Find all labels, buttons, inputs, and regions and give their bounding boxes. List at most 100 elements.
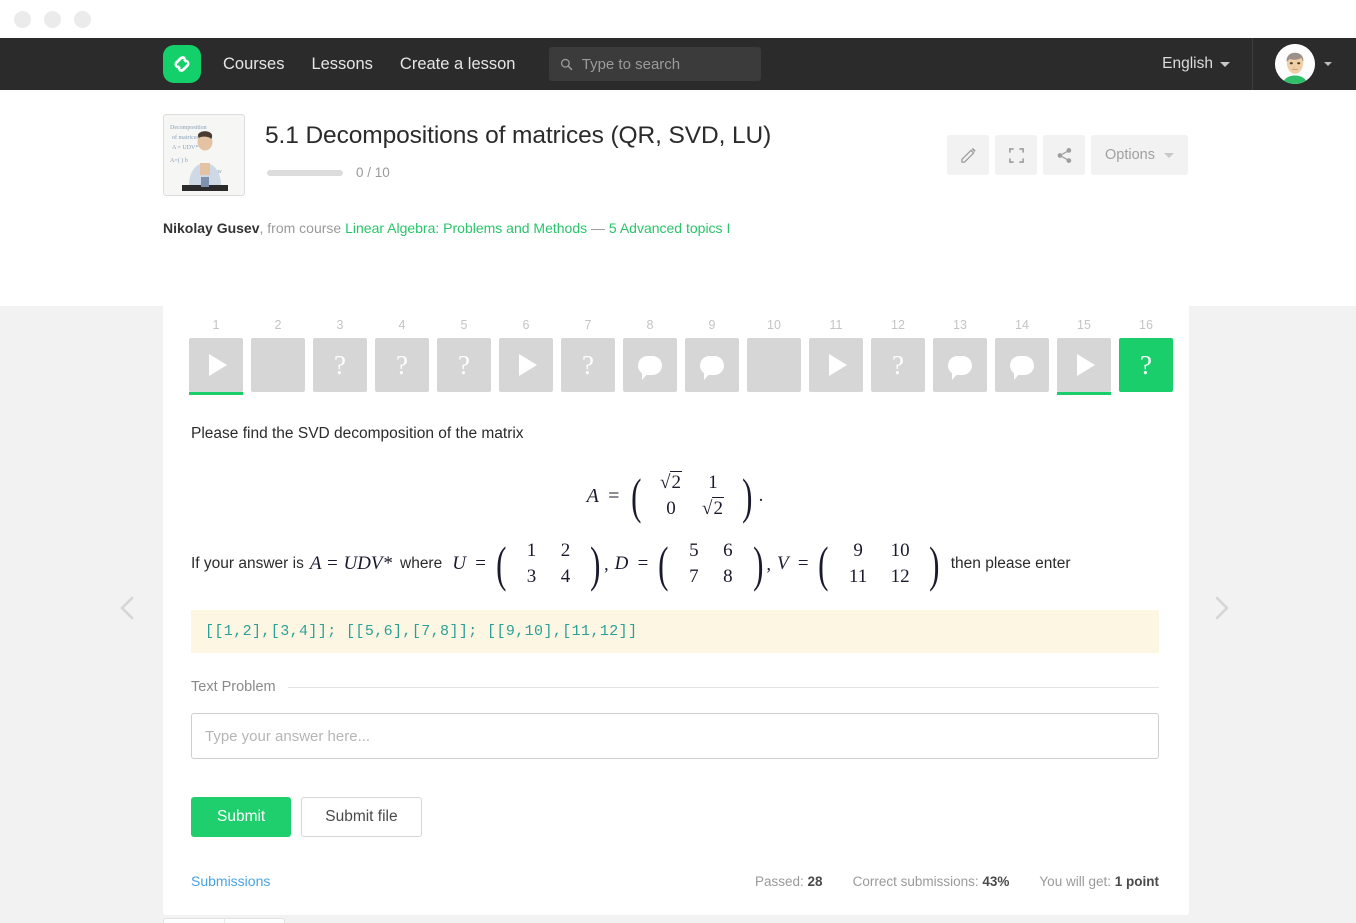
window-close-button[interactable] <box>14 10 31 28</box>
step-button-6[interactable] <box>499 338 553 392</box>
author-name: Nikolay Gusev <box>163 220 260 236</box>
language-label: English <box>1162 55 1213 72</box>
vote-group: 0 0 <box>163 918 286 923</box>
edit-button[interactable] <box>947 135 990 175</box>
lesson-thumbnail[interactable]: Decomposition of matrices A = UDV* A=( )… <box>163 114 245 196</box>
submit-button[interactable]: Submit <box>191 797 292 838</box>
cell-0-1: 6 <box>723 539 733 561</box>
user-menu[interactable] <box>1252 38 1356 90</box>
section-link[interactable]: 5 Advanced topics I <box>609 220 730 236</box>
submit-file-button[interactable]: Submit file <box>301 797 422 838</box>
step-button-3[interactable]: ? <box>313 338 367 392</box>
step-number: 2 <box>274 318 282 332</box>
sentence-tail: then please enter <box>950 554 1071 572</box>
correct-label: Correct submissions: <box>852 873 979 889</box>
stepik-logo-icon[interactable] <box>163 45 201 83</box>
step-button-1[interactable] <box>189 338 243 395</box>
chevron-right-icon[interactable] <box>1206 593 1236 623</box>
step-content: Please find the SVD decomposition of the… <box>163 392 1189 915</box>
nav-link-lessons[interactable]: Lessons <box>311 55 372 74</box>
left-paren: ( <box>631 468 642 524</box>
passed-value: 28 <box>807 873 823 889</box>
step-button-9[interactable] <box>685 338 739 392</box>
step-number: 14 <box>1015 318 1029 332</box>
share-button[interactable] <box>1043 135 1086 175</box>
top-navigation-bar: Courses Lessons Create a lesson English <box>0 38 1356 90</box>
step-4: 4? <box>375 318 429 392</box>
window-minimize-button[interactable] <box>44 10 61 28</box>
question-mark-icon: ? <box>396 349 408 380</box>
matrix-a-grid: √2 1 0 √2 <box>645 471 739 521</box>
answer-input[interactable] <box>191 713 1159 760</box>
chevron-down-icon <box>1164 152 1174 158</box>
step-button-12[interactable]: ? <box>871 338 925 392</box>
chevron-left-icon[interactable] <box>113 593 143 623</box>
svg-text:Decomposition: Decomposition <box>170 125 207 131</box>
search-box[interactable] <box>548 47 761 81</box>
cell-1-0: 0 <box>666 498 676 519</box>
matrix-a-name: A <box>586 484 599 507</box>
avatar <box>1275 44 1315 84</box>
step-number: 9 <box>708 318 716 332</box>
step-button-10[interactable] <box>747 338 801 392</box>
language-selector[interactable]: English <box>1140 55 1252 73</box>
window-maximize-button[interactable] <box>74 10 91 28</box>
step-3: 3? <box>313 318 367 392</box>
cell-0-0: 9 <box>853 539 863 561</box>
cell-1-1: 12 <box>890 565 910 587</box>
step-button-2[interactable] <box>251 338 305 392</box>
right-paren: ) <box>752 535 764 592</box>
cell-1-0: 7 <box>689 565 699 587</box>
step-button-8[interactable] <box>623 338 677 392</box>
step-button-15[interactable] <box>1057 338 1111 395</box>
cell-0-1: 2 <box>560 539 571 561</box>
step-number: 16 <box>1139 318 1153 332</box>
course-link[interactable]: Linear Algebra: Problems and Methods <box>345 220 587 236</box>
period: . <box>758 485 764 506</box>
step-2: 2 <box>251 318 305 392</box>
step-number: 1 <box>212 318 220 332</box>
downvote-button[interactable]: 0 <box>223 919 285 923</box>
nav-link-create-a-lesson[interactable]: Create a lesson <box>400 55 516 74</box>
cell-1-0: 3 <box>526 565 537 587</box>
pencil-icon <box>960 147 976 163</box>
nav-links: Courses Lessons Create a lesson <box>223 55 516 74</box>
step-9: 9 <box>685 318 739 392</box>
equals-sign: = <box>473 553 487 574</box>
svg-text:A = UDV*: A = UDV* <box>172 145 198 151</box>
options-dropdown[interactable]: Options <box>1091 135 1188 175</box>
progress-bar <box>267 169 343 176</box>
svg-text:A=( ) b: A=( ) b <box>170 157 188 164</box>
step-button-16[interactable]: ? <box>1119 338 1173 392</box>
byline-dash: — <box>587 220 609 236</box>
step-button-5[interactable]: ? <box>437 338 491 392</box>
matrix-v-name: V <box>776 553 789 574</box>
question-mark-icon: ? <box>458 349 470 380</box>
matrix-v: V = ( 9 10 11 12 ) <box>775 539 943 589</box>
step-button-11[interactable] <box>809 338 863 392</box>
lesson-footer: 0 0 Private Last update: 07/28/2015 <box>163 918 1189 923</box>
divider <box>287 686 1159 688</box>
step-button-4[interactable]: ? <box>375 338 429 392</box>
step-button-14[interactable] <box>995 338 1049 392</box>
nav-link-courses[interactable]: Courses <box>223 55 284 74</box>
speech-bubble-icon <box>948 355 972 380</box>
matrix-v-grid: 9 10 11 12 <box>832 539 926 589</box>
step-1: 1 <box>189 318 243 395</box>
step-button-7[interactable]: ? <box>561 338 615 392</box>
step-number: 10 <box>767 318 781 332</box>
answer-format-sentence: If your answer is A = UDV* where U = ( 1… <box>191 539 1159 589</box>
step-number: 12 <box>891 318 905 332</box>
user-avatar-icon <box>1275 44 1315 84</box>
right-paren: ) <box>929 535 940 592</box>
play-icon <box>519 354 537 376</box>
step-10: 10 <box>747 318 801 392</box>
search-input[interactable] <box>581 55 750 73</box>
submissions-link[interactable]: Submissions <box>191 873 270 889</box>
byline-separator: , from course <box>259 220 346 236</box>
fullscreen-button[interactable] <box>995 135 1038 175</box>
step-button-13[interactable] <box>933 338 987 392</box>
upvote-button[interactable]: 0 <box>164 919 224 923</box>
question-mark-icon: ? <box>1140 349 1152 380</box>
cell-0-0: 5 <box>689 539 699 561</box>
